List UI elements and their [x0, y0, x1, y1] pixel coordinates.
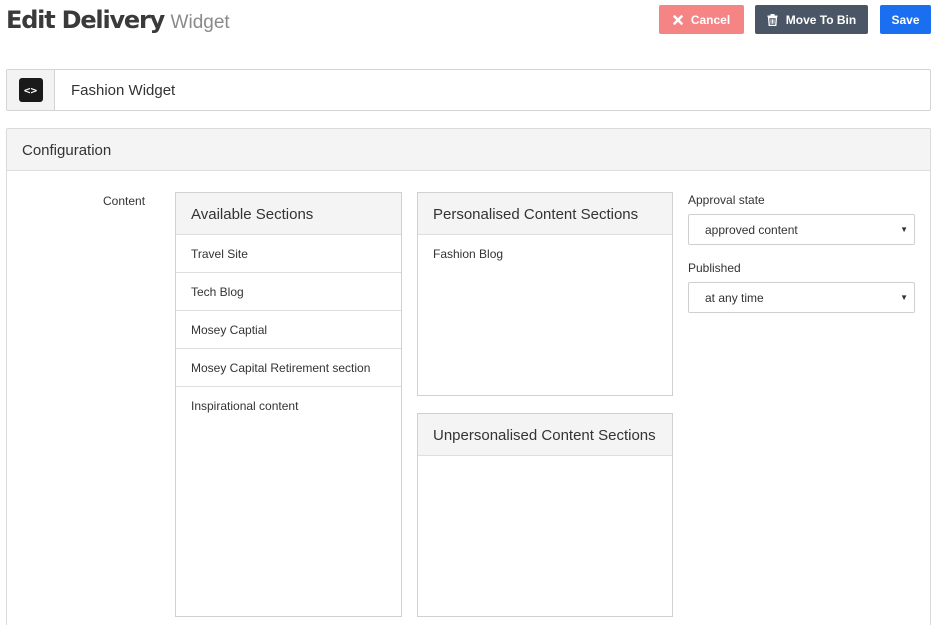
caret-down-icon: ▼: [900, 225, 908, 234]
published-select[interactable]: at any time ▼: [688, 282, 915, 313]
move-to-bin-button[interactable]: Move To Bin: [755, 5, 868, 34]
page-title-main: Edit Delivery: [6, 6, 165, 34]
approval-state-select[interactable]: approved content ▼: [688, 214, 915, 245]
available-sections-box: Available Sections Travel Site Tech Blog…: [175, 192, 402, 617]
configuration-header: Configuration: [7, 129, 930, 171]
approval-state-label: Approval state: [688, 193, 765, 207]
list-item[interactable]: Fashion Blog: [418, 235, 672, 261]
page-title: Edit Delivery Widget: [6, 6, 230, 34]
list-item[interactable]: Mosey Capital Retirement section: [176, 349, 401, 387]
widget-name-bar: <>: [6, 69, 931, 111]
code-icon: <>: [18, 78, 43, 102]
widget-icon-cell: <>: [7, 70, 55, 110]
caret-down-icon: ▼: [900, 293, 908, 302]
content-label: Content: [103, 194, 146, 208]
save-button[interactable]: Save: [880, 5, 931, 34]
widget-name-input[interactable]: [71, 82, 871, 99]
page-title-subtitle: Widget: [170, 12, 230, 33]
cancel-button-label: Cancel: [690, 12, 731, 27]
unpersonalised-sections-box[interactable]: Unpersonalised Content Sections: [417, 413, 673, 617]
unpersonalised-sections-title: Unpersonalised Content Sections: [418, 414, 672, 456]
list-item[interactable]: Travel Site: [176, 235, 401, 273]
approval-state-value: approved content: [705, 223, 798, 237]
published-value: at any time: [705, 291, 764, 305]
published-label: Published: [688, 261, 741, 275]
list-item[interactable]: Tech Blog: [176, 273, 401, 311]
personalised-sections-title: Personalised Content Sections: [418, 193, 672, 235]
list-item[interactable]: Mosey Captial: [176, 311, 401, 349]
trash-icon: [767, 13, 778, 26]
save-button-label: Save: [891, 12, 920, 27]
personalised-sections-box[interactable]: Personalised Content Sections Fashion Bl…: [417, 192, 673, 396]
x-icon: [673, 14, 683, 25]
cancel-button[interactable]: Cancel: [659, 5, 744, 34]
available-sections-title: Available Sections: [176, 193, 401, 235]
list-item[interactable]: Inspirational content: [176, 387, 401, 425]
move-to-bin-label: Move To Bin: [785, 12, 857, 27]
